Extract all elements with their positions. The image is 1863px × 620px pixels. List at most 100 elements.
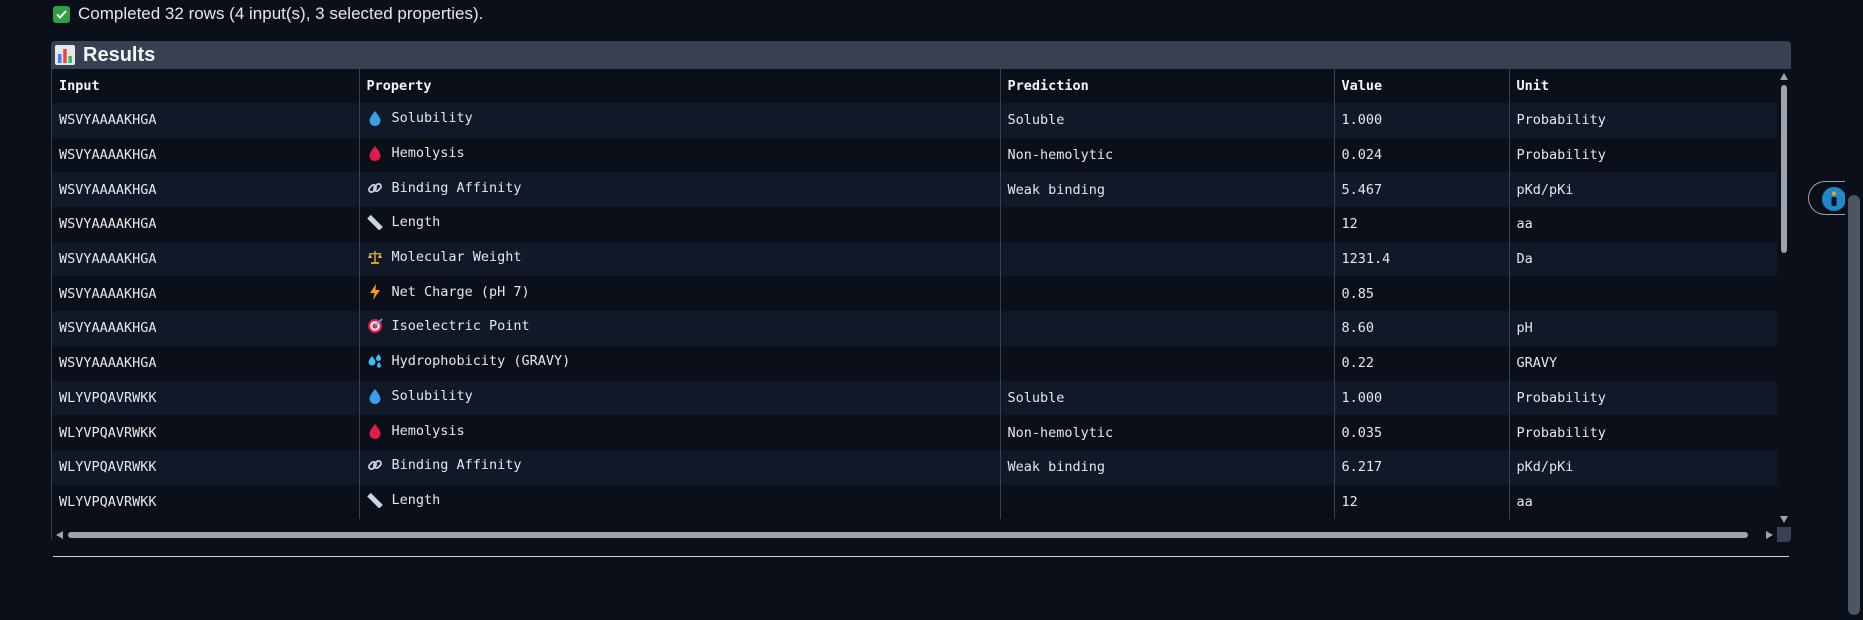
- page-scrollbar[interactable]: [1845, 0, 1863, 620]
- results-title: Results: [83, 43, 156, 66]
- cell-input: WSVYAAAAKHGA: [52, 345, 360, 381]
- cell-value: 1.000: [1334, 103, 1510, 138]
- column-header-unit[interactable]: Unit: [1509, 69, 1777, 103]
- cell-prediction: [1000, 241, 1335, 277]
- table-row[interactable]: WLYVPQAVRWKK Binding Affinity Weak binding…: [52, 449, 1777, 485]
- blood-drop-icon: [367, 423, 383, 439]
- cell-unit: Probability: [1509, 103, 1777, 138]
- link-icon: [367, 457, 383, 473]
- cell-value: 0.024: [1334, 137, 1510, 173]
- table-row[interactable]: WLYVPQAVRWKK Hemolysis Non-hemolytic 0.035 P…: [52, 415, 1777, 450]
- table-row[interactable]: WSVYAAAAKHGA Length 12 aa: [52, 207, 1777, 242]
- cell-property: Molecular Weight: [359, 241, 1001, 277]
- cell-unit: Probability: [1509, 137, 1777, 173]
- cell-prediction: [1000, 345, 1335, 381]
- blood-drop-icon: [367, 145, 383, 162]
- cell-unit: aa: [1509, 207, 1777, 242]
- column-header-prediction[interactable]: Prediction: [1000, 69, 1335, 103]
- cell-value: 1231.4: [1334, 241, 1510, 277]
- cell-unit: GRAVY: [1509, 345, 1777, 381]
- cell-input: WSVYAAAAKHGA: [52, 137, 360, 173]
- person-glyph-icon: [1831, 191, 1837, 206]
- page-scroll-thumb[interactable]: [1848, 195, 1860, 615]
- droplet-icon: [367, 388, 383, 404]
- scroll-left-arrow-icon[interactable]: [56, 531, 63, 539]
- cell-prediction: Weak binding: [1000, 449, 1335, 485]
- scroll-right-arrow-icon[interactable]: [1766, 531, 1773, 539]
- property-label: Hydrophobicity (GRAVY): [391, 353, 571, 370]
- cell-value: 12: [1334, 207, 1510, 242]
- status-message: Completed 32 rows (4 input(s), 3 selecte…: [53, 3, 483, 25]
- results-table-container[interactable]: Input Property Prediction Value Unit WSV…: [52, 69, 1777, 527]
- cell-prediction: [1000, 207, 1335, 242]
- cell-property: Isoelectric Point: [359, 311, 1001, 346]
- cell-property: Binding Affinity: [359, 449, 1001, 485]
- property-label: Net Charge (pH 7): [391, 283, 530, 300]
- horizontal-scroll-thumb[interactable]: [68, 532, 1748, 538]
- cell-value: 6.217: [1334, 449, 1510, 485]
- cell-unit: Probability: [1509, 380, 1777, 416]
- property-label: Length: [391, 491, 441, 508]
- cell-property: Solubility: [359, 103, 1001, 138]
- results-panel: Results Input Property Prediction Value …: [51, 41, 1791, 542]
- cell-unit: pKd/pKi: [1509, 449, 1777, 485]
- vertical-scroll-thumb[interactable]: [1781, 85, 1787, 253]
- cell-input: WLYVPQAVRWKK: [52, 380, 360, 416]
- table-row[interactable]: WSVYAAAAKHGA Hemolysis Non-hemolytic 0.024 P…: [52, 137, 1777, 173]
- table-row[interactable]: WSVYAAAAKHGA Net Charge (pH 7) 0.85: [52, 276, 1777, 312]
- cell-input: WSVYAAAAKHGA: [52, 311, 360, 346]
- lightning-icon: [367, 283, 383, 300]
- column-header-input[interactable]: Input: [52, 69, 360, 103]
- scroll-up-arrow-icon[interactable]: [1780, 73, 1788, 80]
- table-row[interactable]: WSVYAAAAKHGA Hydrophobicity (GRAVY) 0.22 GR…: [52, 345, 1777, 381]
- column-header-value[interactable]: Value: [1334, 69, 1510, 103]
- column-header-property[interactable]: Property: [359, 69, 1001, 103]
- cell-property: Hemolysis: [359, 137, 1001, 173]
- cell-prediction: Soluble: [1000, 380, 1335, 416]
- cell-property: Net Charge (pH 7): [359, 276, 1001, 312]
- table-row[interactable]: WLYVPQAVRWKK Length 12 aa: [52, 484, 1777, 520]
- check-icon: [53, 5, 70, 23]
- cell-property: Hemolysis: [359, 415, 1001, 450]
- property-label: Molecular Weight: [391, 249, 522, 266]
- cell-prediction: [1000, 276, 1335, 312]
- cell-property: Binding Affinity: [359, 172, 1001, 208]
- droplet-icon: [367, 110, 383, 127]
- cell-property: Length: [359, 484, 1001, 520]
- link-icon: [367, 180, 383, 196]
- table-row[interactable]: WSVYAAAAKHGA Molecular Weight 1231.4 Da: [52, 241, 1777, 277]
- table-vertical-scrollbar[interactable]: [1777, 69, 1791, 527]
- cell-value: 5.467: [1334, 172, 1510, 208]
- cell-unit: Probability: [1509, 415, 1777, 450]
- property-label: Binding Affinity: [391, 457, 522, 474]
- section-divider: [53, 556, 1789, 557]
- bar-chart-icon: [54, 44, 76, 66]
- property-label: Length: [391, 214, 441, 231]
- cell-property: Solubility: [359, 380, 1001, 416]
- cell-input: WSVYAAAAKHGA: [52, 103, 360, 138]
- table-row[interactable]: WLYVPQAVRWKK Solubility Soluble 1.000 Probab…: [52, 380, 1777, 416]
- cell-prediction: [1000, 311, 1335, 346]
- property-label: Solubility: [391, 110, 473, 127]
- cell-unit: Da: [1509, 241, 1777, 277]
- cell-input: WLYVPQAVRWKK: [52, 415, 360, 450]
- cell-unit: aa: [1509, 484, 1777, 520]
- results-header: Results: [51, 41, 1791, 69]
- cell-value: 1.000: [1334, 380, 1510, 416]
- scroll-down-arrow-icon[interactable]: [1780, 516, 1788, 523]
- property-label: Solubility: [391, 387, 473, 404]
- ruler-icon: [366, 214, 383, 231]
- property-label: Hemolysis: [391, 422, 465, 439]
- table-row[interactable]: WSVYAAAAKHGA Binding Affinity Weak binding…: [52, 172, 1777, 208]
- cell-prediction: Non-hemolytic: [1000, 137, 1335, 173]
- cell-prediction: Non-hemolytic: [1000, 415, 1335, 450]
- cell-prediction: [1000, 484, 1335, 520]
- cell-prediction: Soluble: [1000, 103, 1335, 138]
- table-row[interactable]: WSVYAAAAKHGA Solubility Soluble 1.000 Probab…: [52, 103, 1777, 138]
- table-row[interactable]: WSVYAAAAKHGA Isoelectric Point 8.60 pH: [52, 311, 1777, 346]
- cell-prediction: Weak binding: [1000, 172, 1335, 208]
- table-horizontal-scrollbar[interactable]: [52, 527, 1777, 542]
- cell-input: WLYVPQAVRWKK: [52, 484, 360, 520]
- cell-property: Length: [359, 207, 1001, 242]
- cell-input: WSVYAAAAKHGA: [52, 207, 360, 242]
